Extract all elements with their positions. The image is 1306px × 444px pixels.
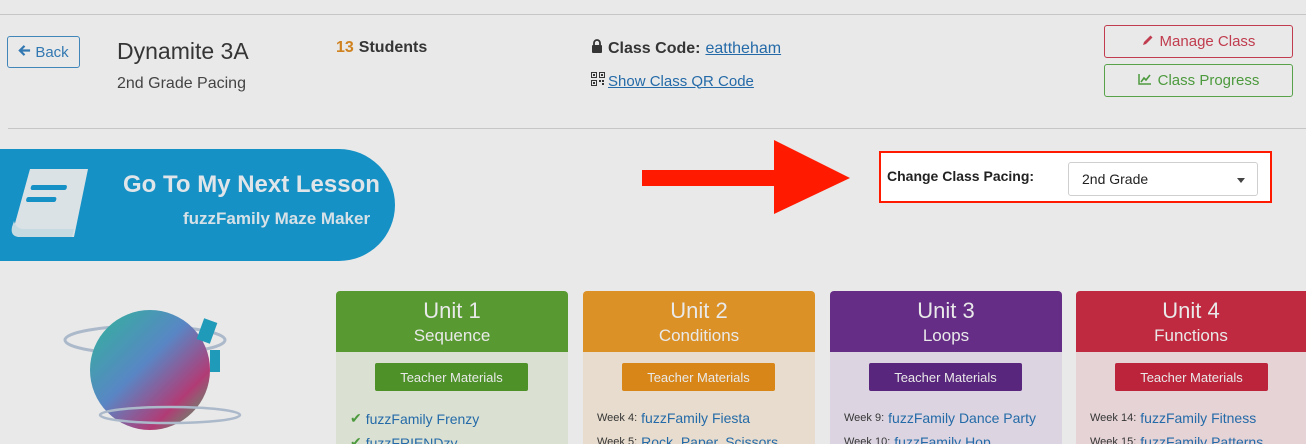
unit-body: Teacher Materials Week 9: fuzzFamily Dan… — [830, 352, 1062, 444]
lesson-link[interactable]: Week 14: fuzzFamily Fitness — [1090, 410, 1256, 426]
unit-header: Unit 1 Sequence — [336, 291, 568, 352]
class-progress-label: Class Progress — [1157, 72, 1260, 89]
check-icon: ✔ — [350, 410, 362, 426]
lesson-title: fuzzFamily Hop — [894, 434, 991, 444]
back-button[interactable]: Back — [7, 36, 80, 68]
teacher-materials-button[interactable]: Teacher Materials — [622, 363, 775, 391]
unit-body: Teacher Materials Week 14: fuzzFamily Fi… — [1076, 352, 1306, 444]
teacher-materials-button[interactable]: Teacher Materials — [1115, 363, 1268, 391]
lesson-title: fuzzFRIENDzy — [365, 434, 458, 444]
class-code-link[interactable]: eattheham — [705, 40, 781, 58]
change-pacing-label: Change Class Pacing: — [887, 168, 1035, 184]
lesson-link[interactable]: Week 4: fuzzFamily Fiesta — [597, 410, 750, 426]
caret-down-icon — [1237, 178, 1245, 183]
unit-number: Unit 3 — [917, 298, 975, 323]
unit-card-2: Unit 2 Conditions Teacher Materials Week… — [583, 291, 815, 444]
qr-code-icon — [591, 72, 605, 90]
lesson-link[interactable]: ✔ fuzzFamily Frenzy — [350, 410, 479, 427]
class-code-label: Class Code: — [608, 39, 701, 57]
lesson-week: Week 9: — [844, 412, 885, 424]
unit-header: Unit 2 Conditions — [583, 291, 815, 352]
class-pacing-select[interactable]: 2nd Grade — [1068, 162, 1258, 196]
next-lesson-title: Go To My Next Lesson — [123, 171, 380, 198]
lesson-title: fuzzFamily Frenzy — [365, 410, 480, 427]
lesson-title: fuzzFamily Fiesta — [641, 410, 751, 426]
lesson-title: fuzzFamily Patterns — [1140, 434, 1264, 444]
check-icon: ✔ — [350, 434, 362, 444]
header-divider — [8, 128, 1306, 129]
lesson-link[interactable]: Week 15: fuzzFamily Patterns — [1090, 434, 1263, 444]
lesson-week: Week 14: — [1090, 412, 1137, 424]
lesson-title: fuzzFamily Dance Party — [888, 410, 1036, 426]
line-chart-icon — [1137, 72, 1152, 89]
globe-illustration — [60, 300, 250, 444]
lesson-link[interactable]: Week 5: Rock, Paper, Scissors — [597, 434, 778, 444]
unit-topic: Loops — [922, 326, 970, 345]
lesson-link[interactable]: Week 10: fuzzFamily Hop — [844, 434, 991, 444]
unit-number: Unit 1 — [423, 298, 481, 323]
unit-body: Teacher Materials ✔ fuzzFamily Frenzy ✔ … — [336, 352, 568, 444]
class-progress-button[interactable]: Class Progress — [1104, 64, 1293, 97]
top-divider — [0, 14, 1306, 15]
manage-class-button[interactable]: Manage Class — [1104, 25, 1293, 58]
arrow-left-icon — [18, 44, 31, 61]
unit-header: Unit 4 Functions — [1076, 291, 1306, 352]
unit-card-1: Unit 1 Sequence Teacher Materials ✔ fuzz… — [336, 291, 568, 444]
student-count-number: 13 — [336, 39, 354, 56]
next-lesson-subtitle: fuzzFamily Maze Maker — [183, 209, 371, 228]
unit-topic: Sequence — [413, 326, 491, 345]
student-count-label: Students — [358, 39, 428, 56]
class-code: Class Code: eattheham — [591, 39, 781, 58]
class-name: Dynamite 3A — [117, 38, 249, 64]
lesson-week: Week 5: — [597, 436, 638, 444]
book-icon — [8, 163, 96, 247]
lesson-title: Rock, Paper, Scissors — [641, 434, 779, 444]
class-pacing-label: 2nd Grade Pacing — [117, 75, 246, 92]
back-label: Back — [35, 43, 69, 61]
unit-number: Unit 4 — [1162, 298, 1220, 323]
next-lesson-button[interactable]: Go To My Next Lesson fuzzFamily Maze Mak… — [0, 149, 395, 261]
show-qr-code-link[interactable]: Show Class QR Code — [591, 72, 754, 90]
manage-class-label: Manage Class — [1159, 33, 1256, 50]
unit-topic: Functions — [1154, 326, 1228, 345]
lesson-link[interactable]: ✔ fuzzFRIENDzy — [350, 434, 458, 444]
unit-header: Unit 3 Loops — [830, 291, 1062, 352]
unit-card-4: Unit 4 Functions Teacher Materials Week … — [1076, 291, 1306, 444]
lesson-week: Week 4: — [597, 412, 638, 424]
lock-icon — [591, 39, 603, 58]
student-count: 13 Students — [336, 39, 427, 57]
lesson-week: Week 10: — [844, 436, 891, 444]
unit-body: Teacher Materials Week 4: fuzzFamily Fie… — [583, 352, 815, 444]
unit-card-3: Unit 3 Loops Teacher Materials Week 9: f… — [830, 291, 1062, 444]
lesson-link[interactable]: Week 9: fuzzFamily Dance Party — [844, 410, 1036, 426]
lesson-week: Week 15: — [1090, 436, 1137, 444]
pacing-selected-value: 2nd Grade — [1082, 171, 1149, 187]
unit-number: Unit 2 — [670, 298, 728, 323]
unit-topic: Conditions — [658, 326, 740, 345]
pencil-icon — [1142, 33, 1154, 50]
teacher-materials-button[interactable]: Teacher Materials — [375, 363, 528, 391]
qr-link-label: Show Class QR Code — [608, 72, 754, 90]
change-class-pacing-panel: Change Class Pacing: 2nd Grade — [879, 151, 1272, 203]
lesson-title: fuzzFamily Fitness — [1140, 410, 1257, 426]
teacher-materials-button[interactable]: Teacher Materials — [869, 363, 1022, 391]
annotation-arrow — [640, 138, 860, 218]
